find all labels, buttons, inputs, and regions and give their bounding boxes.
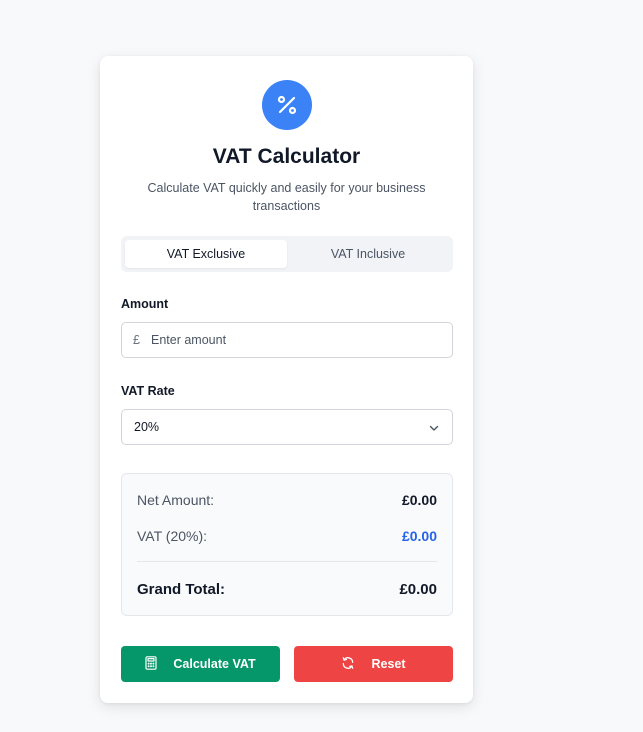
net-amount-label: Net Amount: (137, 492, 215, 508)
amount-label: Amount (121, 297, 169, 311)
tab-vat-exclusive[interactable]: VAT Exclusive (125, 240, 287, 268)
tab-vat-inclusive[interactable]: VAT Inclusive (287, 240, 449, 268)
chevron-down-icon (428, 421, 440, 439)
currency-symbol: £ (133, 333, 140, 347)
vat-amount-value: £0.00 (401, 528, 437, 544)
reset-button[interactable]: Reset (294, 646, 453, 682)
vat-rate-selected-value: 20% (134, 420, 160, 434)
results-divider (137, 561, 437, 562)
amount-input[interactable] (151, 323, 441, 357)
page-subtitle: Calculate VAT quickly and easily for you… (147, 181, 426, 213)
calculator-icon (145, 655, 157, 673)
net-amount-value: £0.00 (401, 492, 437, 508)
vat-calculator-card: VAT Calculator Calculate VAT quickly and… (100, 56, 473, 703)
grand-total-value: £0.00 (399, 581, 437, 598)
reset-label: Reset (371, 657, 406, 671)
refresh-icon (341, 656, 355, 673)
vat-rate-label: VAT Rate (121, 384, 175, 398)
calculate-vat-button[interactable]: Calculate VAT (121, 646, 280, 682)
percent-icon (262, 80, 312, 130)
vat-amount-label: VAT (20%): (137, 528, 208, 544)
results-panel: Net Amount: £0.00 VAT (20%): £0.00 Grand… (121, 473, 453, 616)
grand-total-label: Grand Total: (137, 581, 226, 598)
calculate-vat-label: Calculate VAT (173, 657, 256, 671)
vat-rate-select[interactable]: 20% (121, 409, 453, 445)
amount-field: £ (121, 322, 453, 358)
page-title: VAT Calculator (212, 145, 361, 168)
vat-mode-tabs: VAT Exclusive VAT Inclusive (121, 236, 453, 272)
